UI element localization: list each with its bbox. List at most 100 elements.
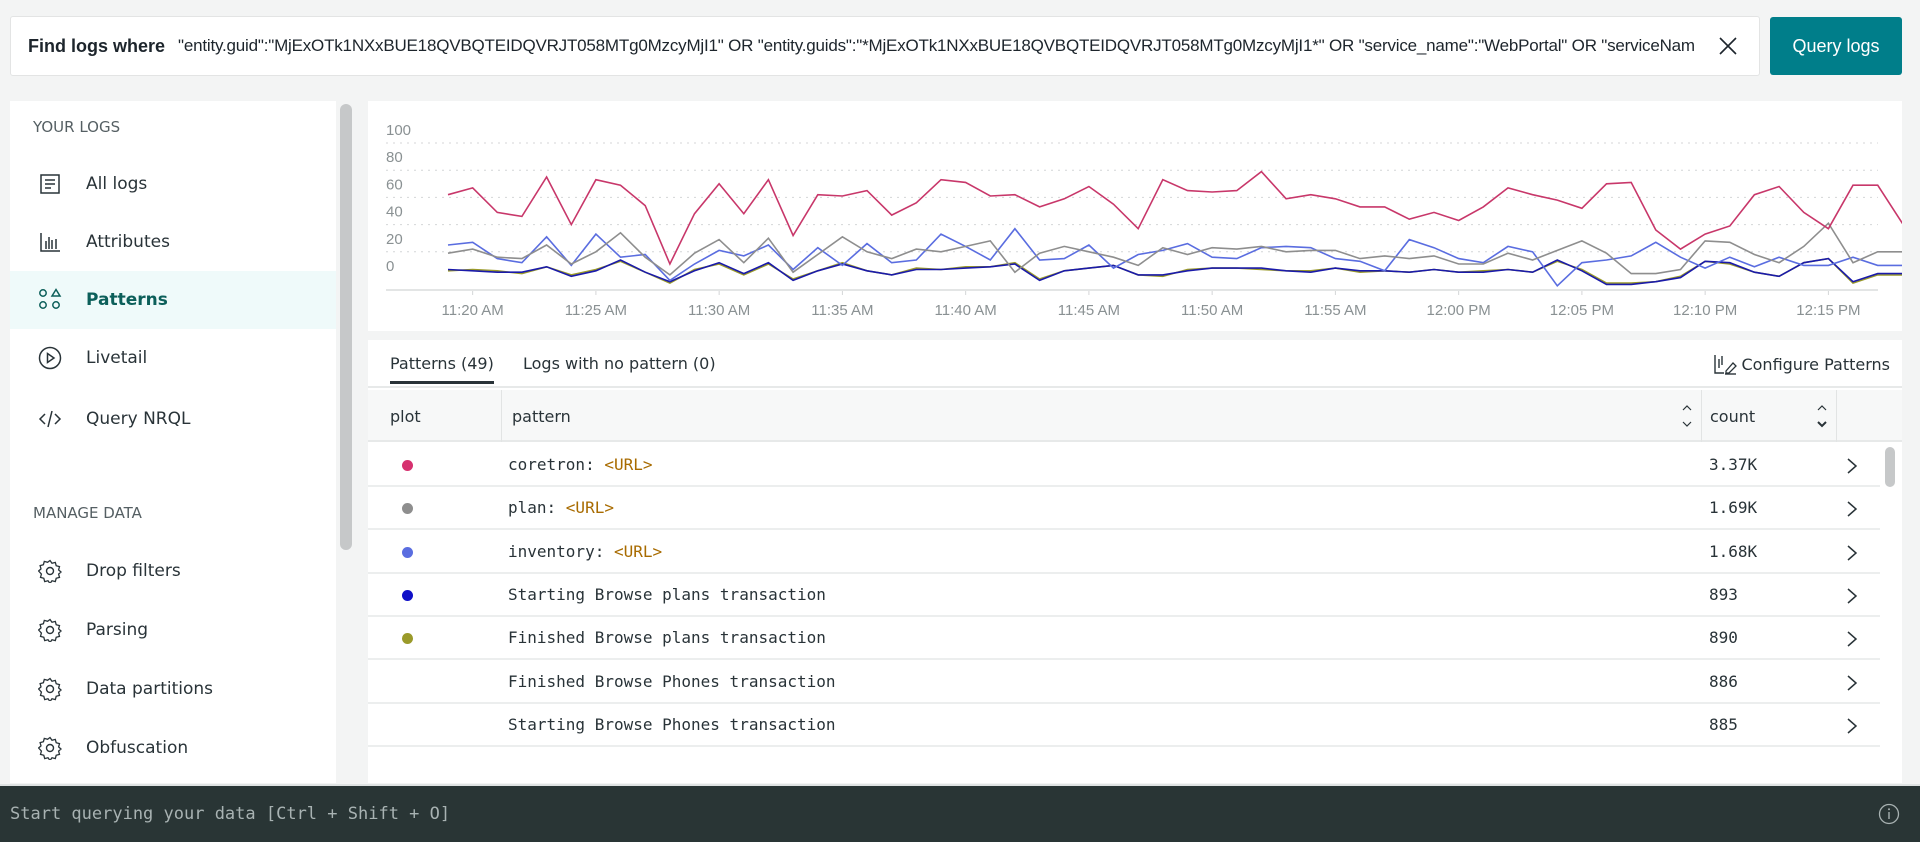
info-icon[interactable] [1878, 803, 1900, 825]
configure-patterns-button[interactable]: Configure Patterns [1713, 353, 1890, 375]
pattern-count: 885 [1709, 714, 1738, 734]
pattern-text: Finished Browse Phones transaction [508, 672, 836, 691]
y-tick-label: 60 [386, 176, 403, 193]
table-row[interactable]: Finished Browse plans transaction 890 [368, 617, 1880, 661]
pattern-variable: <URL> [613, 541, 663, 561]
document-lines-icon [37, 171, 63, 197]
y-tick-label: 0 [386, 258, 394, 275]
chevron-right-icon[interactable] [1846, 674, 1858, 692]
pattern-text: coretron: <URL> [508, 455, 653, 474]
query-logs-button[interactable]: Query logs [1770, 17, 1902, 75]
series-line[interactable] [447, 227, 1902, 288]
sidebar-item-label: Drop filters [86, 561, 181, 581]
configure-patterns-label: Configure Patterns [1741, 354, 1890, 374]
pattern-text: Starting Browse plans transaction [508, 585, 826, 604]
column-plot-label: plot [390, 406, 421, 426]
sidebar-section-manage-data-title: MANAGE DATA [33, 504, 142, 522]
x-tick-label: 11:40 AM [935, 302, 997, 319]
y-tick-label: 20 [386, 231, 403, 248]
series-line[interactable] [447, 221, 1902, 276]
sidebar-item-label: Query NRQL [86, 409, 191, 429]
pattern-count: 1.69K [1709, 498, 1758, 518]
x-tick-label: 12:00 PM [1427, 302, 1491, 319]
pattern-count: 1.68K [1709, 541, 1758, 561]
sidebar-panel: YOUR LOGS All logs Attributes Patterns L… [10, 101, 336, 783]
query-label: Find logs where [28, 35, 166, 56]
nrql-console-placeholder[interactable]: Start querying your data [Ctrl + Shift +… [10, 804, 450, 824]
plot-color-dot [402, 546, 413, 558]
sidebar-item-attributes[interactable]: Attributes [10, 213, 336, 271]
x-tick-label: 11:45 AM [1058, 302, 1120, 319]
clear-query-icon[interactable] [1717, 35, 1739, 57]
pattern-count: 893 [1709, 584, 1738, 604]
table-row[interactable]: Starting Browse Phones transaction 885 [368, 704, 1880, 747]
y-tick-label: 40 [386, 204, 403, 221]
code-icon [37, 406, 63, 432]
pattern-count: 886 [1709, 671, 1738, 691]
chevron-right-icon[interactable] [1846, 717, 1858, 735]
pattern-count: 890 [1709, 628, 1738, 648]
sidebar-item-data-partitions[interactable]: Data partitions [10, 660, 336, 718]
chevron-right-icon[interactable] [1846, 544, 1858, 562]
sidebar-item-query-nrql[interactable]: Query NRQL [10, 390, 336, 448]
table-row[interactable]: plan: <URL> 1.69K [368, 487, 1880, 531]
query-text[interactable]: "entity.guid":"MjExOTk1NXxBUE18QVBQTEIDQ… [165, 36, 1759, 56]
sidebar-item-label: Attributes [86, 232, 170, 252]
sidebar-item-label: Patterns [86, 290, 168, 310]
sort-icon[interactable] [1816, 402, 1828, 430]
table-scrollbar[interactable] [1885, 447, 1895, 487]
x-tick-label: 12:15 PM [1796, 302, 1860, 319]
chevron-right-icon[interactable] [1846, 587, 1858, 605]
configure-patterns-icon [1714, 355, 1738, 375]
sidebar-item-label: Parsing [86, 620, 149, 640]
table-row[interactable]: coretron: <URL> 3.37K [368, 444, 1880, 487]
gear-icon [37, 735, 63, 761]
table-row[interactable]: Finished Browse Phones transaction 886 [368, 661, 1880, 704]
table-header: plot pattern count [368, 390, 1902, 442]
chevron-right-icon[interactable] [1846, 630, 1858, 648]
pattern-literal: Finished Browse plans transaction [508, 628, 826, 648]
table-row[interactable]: inventory: <URL> 1.68K [368, 531, 1880, 574]
chevron-right-icon[interactable] [1846, 500, 1858, 518]
x-tick-label: 12:10 PM [1673, 302, 1737, 319]
column-count[interactable]: count [1702, 390, 1837, 442]
x-tick-label: 11:25 AM [565, 302, 627, 319]
sidebar-section-your-logs-title: YOUR LOGS [33, 118, 121, 136]
chevron-right-icon[interactable] [1846, 457, 1858, 475]
shapes-icon [37, 287, 63, 313]
nrql-console[interactable]: Start querying your data [Ctrl + Shift +… [0, 784, 1920, 842]
series-line[interactable] [447, 170, 1902, 266]
pattern-text: plan: <URL> [508, 498, 614, 517]
column-plot: plot [368, 390, 502, 442]
sort-icon[interactable] [1681, 402, 1693, 430]
plot-color-dot [402, 460, 413, 471]
sidebar-item-patterns[interactable]: Patterns [10, 271, 336, 329]
pattern-literal: plan: [508, 498, 566, 518]
tab-logs-with-no-pattern[interactable]: Logs with no pattern (0) [523, 354, 716, 373]
query-input[interactable]: Find logs where "entity.guid":"MjExOTk1N… [10, 16, 1760, 76]
pattern-literal: Starting Browse Phones transaction [508, 714, 836, 734]
sidebar-scrollbar[interactable] [340, 104, 352, 550]
play-circle-icon [37, 345, 63, 371]
column-count-label: count [1710, 406, 1756, 426]
plot-color-dot [402, 589, 413, 601]
pattern-literal: coretron: [508, 455, 605, 474]
tab-patterns[interactable]: Patterns (49) [390, 354, 494, 384]
sidebar-item-obfuscation[interactable]: Obfuscation [10, 719, 336, 777]
pattern-text: Starting Browse Phones transaction [508, 715, 836, 734]
x-tick-label: 11:30 AM [688, 302, 750, 319]
pattern-variable: <URL> [604, 455, 653, 474]
patterns-tabs: Patterns (49) Logs with no pattern (0) C… [368, 340, 1902, 388]
y-tick-label: 100 [386, 122, 411, 139]
sidebar-item-parsing[interactable]: Parsing [10, 601, 336, 659]
sidebar-item-drop-filters[interactable]: Drop filters [10, 542, 336, 600]
table-row-partial [368, 747, 1880, 783]
pattern-count: 3.37K [1709, 455, 1758, 474]
pattern-text: Finished Browse plans transaction [508, 628, 826, 647]
column-pattern[interactable]: pattern [502, 390, 1702, 442]
sidebar-item-all-logs[interactable]: All logs [10, 155, 336, 213]
bar-chart-icon [37, 229, 63, 255]
sidebar-item-livetail[interactable]: Livetail [10, 329, 336, 387]
pattern-literal: Starting Browse plans transaction [508, 584, 826, 604]
table-row[interactable]: Starting Browse plans transaction 893 [368, 574, 1880, 617]
